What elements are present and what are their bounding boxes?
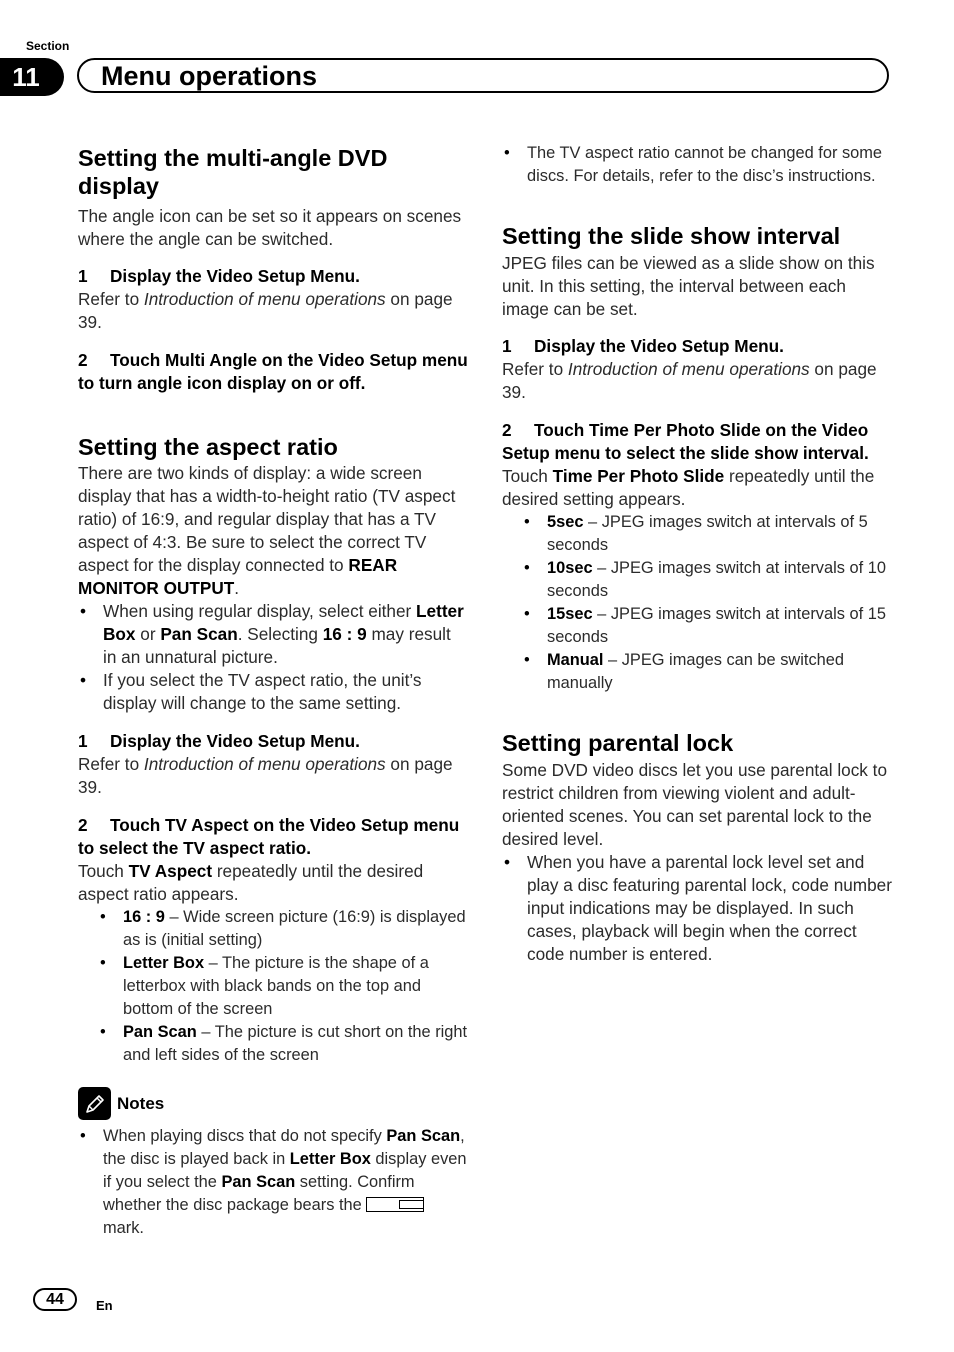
slideshow-step-1: 1 Display the Video Setup Menu. [502, 335, 892, 358]
bullet-text: or [135, 624, 161, 644]
pencil-icon [78, 1087, 111, 1120]
right-column: The TV aspect ratio cannot be changed fo… [502, 142, 892, 966]
slideshow-option: 15sec – JPEG images switch at intervals … [502, 603, 892, 649]
parental-lock-bullet: When you have a parental lock level set … [502, 851, 892, 966]
aspect-continued-bullets: The TV aspect ratio cannot be changed fo… [502, 142, 892, 188]
parental-lock-heading: Setting parental lock [502, 730, 734, 756]
aspect-intro-end: . [234, 578, 240, 598]
slideshow-intro: JPEG files can be viewed as a slide show… [502, 253, 875, 319]
step-text: Touch Multi Angle on the Video Setup men… [78, 350, 468, 393]
section-label: Section [26, 39, 70, 53]
ref-prefix: Refer to [502, 359, 568, 379]
ref-link[interactable]: Introduction of menu operations [568, 359, 810, 379]
bullet-bold: Pan Scan [386, 1127, 461, 1145]
step-number: 2 [78, 815, 88, 835]
multi-angle-heading: Setting the multi-angle DVD display [78, 145, 388, 199]
notes-heading: Notes [117, 1094, 165, 1113]
bullet-text: mark. [103, 1219, 144, 1237]
slideshow-section: Setting the slide show interval JPEG fil… [502, 222, 892, 695]
bullet-text: . Selecting [237, 624, 323, 644]
step-text: Display the Video Setup Menu. [110, 266, 360, 286]
touch-bold: TV Aspect [128, 861, 213, 881]
option-name: 10sec [547, 559, 593, 577]
bullet-text: When playing discs that do not specify [103, 1127, 387, 1145]
bullet-bold: Letter Box [289, 1150, 371, 1168]
aspect-step-1: 1 Display the Video Setup Menu. [78, 730, 468, 753]
parental-lock-intro: Some DVD video discs let you use parenta… [502, 760, 887, 849]
step-number: 1 [78, 731, 88, 751]
option-desc: – JPEG images switch at intervals of 15 … [547, 605, 886, 646]
touch-bold: Time Per Photo Slide [552, 466, 725, 486]
language-label: En [96, 1298, 113, 1313]
step-text: Touch Time Per Photo Slide on the Video … [502, 420, 869, 463]
step-number: 1 [502, 336, 512, 356]
aspect-continued-bullet: The TV aspect ratio cannot be changed fo… [502, 142, 892, 188]
notes-bullet: When playing discs that do not specify P… [78, 1125, 468, 1240]
notes-section: Notes When playing discs that do not spe… [78, 1087, 468, 1240]
option-desc: – JPEG images switch at intervals of 5 s… [547, 513, 868, 554]
parental-lock-section: Setting parental lock Some DVD video dis… [502, 729, 892, 966]
aspect-step-2: 2 Touch TV Aspect on the Video Setup menu… [78, 814, 468, 860]
slideshow-options: 5sec – JPEG images switch at intervals o… [502, 511, 892, 695]
aspect-intro: There are two kinds of display: a wide s… [78, 462, 468, 600]
aspect-touch-instruction: Touch TV Aspect repeatedly until the des… [78, 860, 468, 906]
step-text: Touch TV Aspect on the Video Setup menu … [78, 815, 460, 858]
aspect-bullet: When using regular display, select eithe… [78, 600, 468, 669]
ref-link[interactable]: Introduction of menu operations [144, 754, 386, 774]
ref-prefix: Refer to [78, 754, 144, 774]
slideshow-heading: Setting the slide show interval [502, 223, 841, 249]
slideshow-touch-instruction: Touch Time Per Photo Slide repeatedly un… [502, 465, 892, 511]
aspect-options: 16 : 9 – Wide screen picture (16:9) is d… [78, 906, 468, 1067]
multi-angle-section: Setting the multi-angle DVD display The … [78, 144, 468, 395]
step-number: 2 [502, 420, 512, 440]
aspect-bullets: When using regular display, select eithe… [78, 600, 468, 715]
ref-prefix: Refer to [78, 289, 144, 309]
aspect-option: Pan Scan – The picture is cut short on t… [78, 1021, 468, 1067]
multi-angle-step-2: 2 Touch Multi Angle on the Video Setup me… [78, 349, 468, 395]
aspect-option: 16 : 9 – Wide screen picture (16:9) is d… [78, 906, 468, 952]
option-name: Pan Scan [123, 1023, 197, 1041]
aspect-intro-text: There are two kinds of display: a wide s… [78, 463, 456, 575]
bullet-bold: Pan Scan [160, 624, 238, 644]
page-number: 44 [33, 1288, 77, 1311]
ref-link[interactable]: Introduction of menu operations [144, 289, 386, 309]
option-name: 15sec [547, 605, 593, 623]
touch-prefix: Touch [502, 466, 553, 486]
multi-angle-intro: The angle icon can be set so it appears … [78, 206, 462, 249]
step-text: Display the Video Setup Menu. [110, 731, 360, 751]
option-desc: – Wide screen picture (16:9) is displaye… [123, 908, 466, 949]
page-title: Menu operations [101, 61, 318, 91]
option-desc: – JPEG images switch at intervals of 10 … [547, 559, 886, 600]
slideshow-step-2: 2 Touch Time Per Photo Slide on the Video… [502, 419, 892, 465]
option-name: 5sec [547, 513, 584, 531]
step-text: Display the Video Setup Menu. [534, 336, 784, 356]
multi-angle-step-1: 1 Display the Video Setup Menu. [78, 265, 468, 288]
slideshow-step-1-ref: Refer to Introduction of menu operations… [502, 358, 892, 404]
bullet-bold: 16 : 9 [322, 624, 367, 644]
slideshow-option: Manual – JPEG images can be switched man… [502, 649, 892, 695]
step-number: 1 [78, 266, 88, 286]
pan-scan-mark-icon [366, 1197, 425, 1212]
notes-bullets: When playing discs that do not specify P… [78, 1125, 468, 1240]
step-number: 2 [78, 350, 88, 370]
bullet-text: When using regular display, select eithe… [103, 601, 417, 621]
multi-angle-step-1-ref: Refer to Introduction of menu operations… [78, 288, 468, 334]
aspect-bullet: If you select the TV aspect ratio, the u… [78, 669, 468, 715]
option-name: 16 : 9 [123, 908, 165, 926]
aspect-option: Letter Box – The picture is the shape of… [78, 952, 468, 1021]
section-number-badge: 11 [0, 58, 64, 96]
slideshow-option: 5sec – JPEG images switch at intervals o… [502, 511, 892, 557]
slideshow-option: 10sec – JPEG images switch at intervals … [502, 557, 892, 603]
aspect-ratio-section: Setting the aspect ratio There are two k… [78, 433, 468, 1067]
left-column: Setting the multi-angle DVD display The … [78, 144, 468, 1240]
parental-lock-bullets: When you have a parental lock level set … [502, 851, 892, 966]
option-name: Manual [547, 651, 604, 669]
option-name: Letter Box [123, 954, 205, 972]
aspect-ratio-heading: Setting the aspect ratio [78, 434, 338, 460]
touch-prefix: Touch [78, 861, 129, 881]
bullet-bold: Pan Scan [221, 1173, 296, 1191]
aspect-step-1-ref: Refer to Introduction of menu operations… [78, 753, 468, 799]
notes-header: Notes [78, 1087, 468, 1120]
